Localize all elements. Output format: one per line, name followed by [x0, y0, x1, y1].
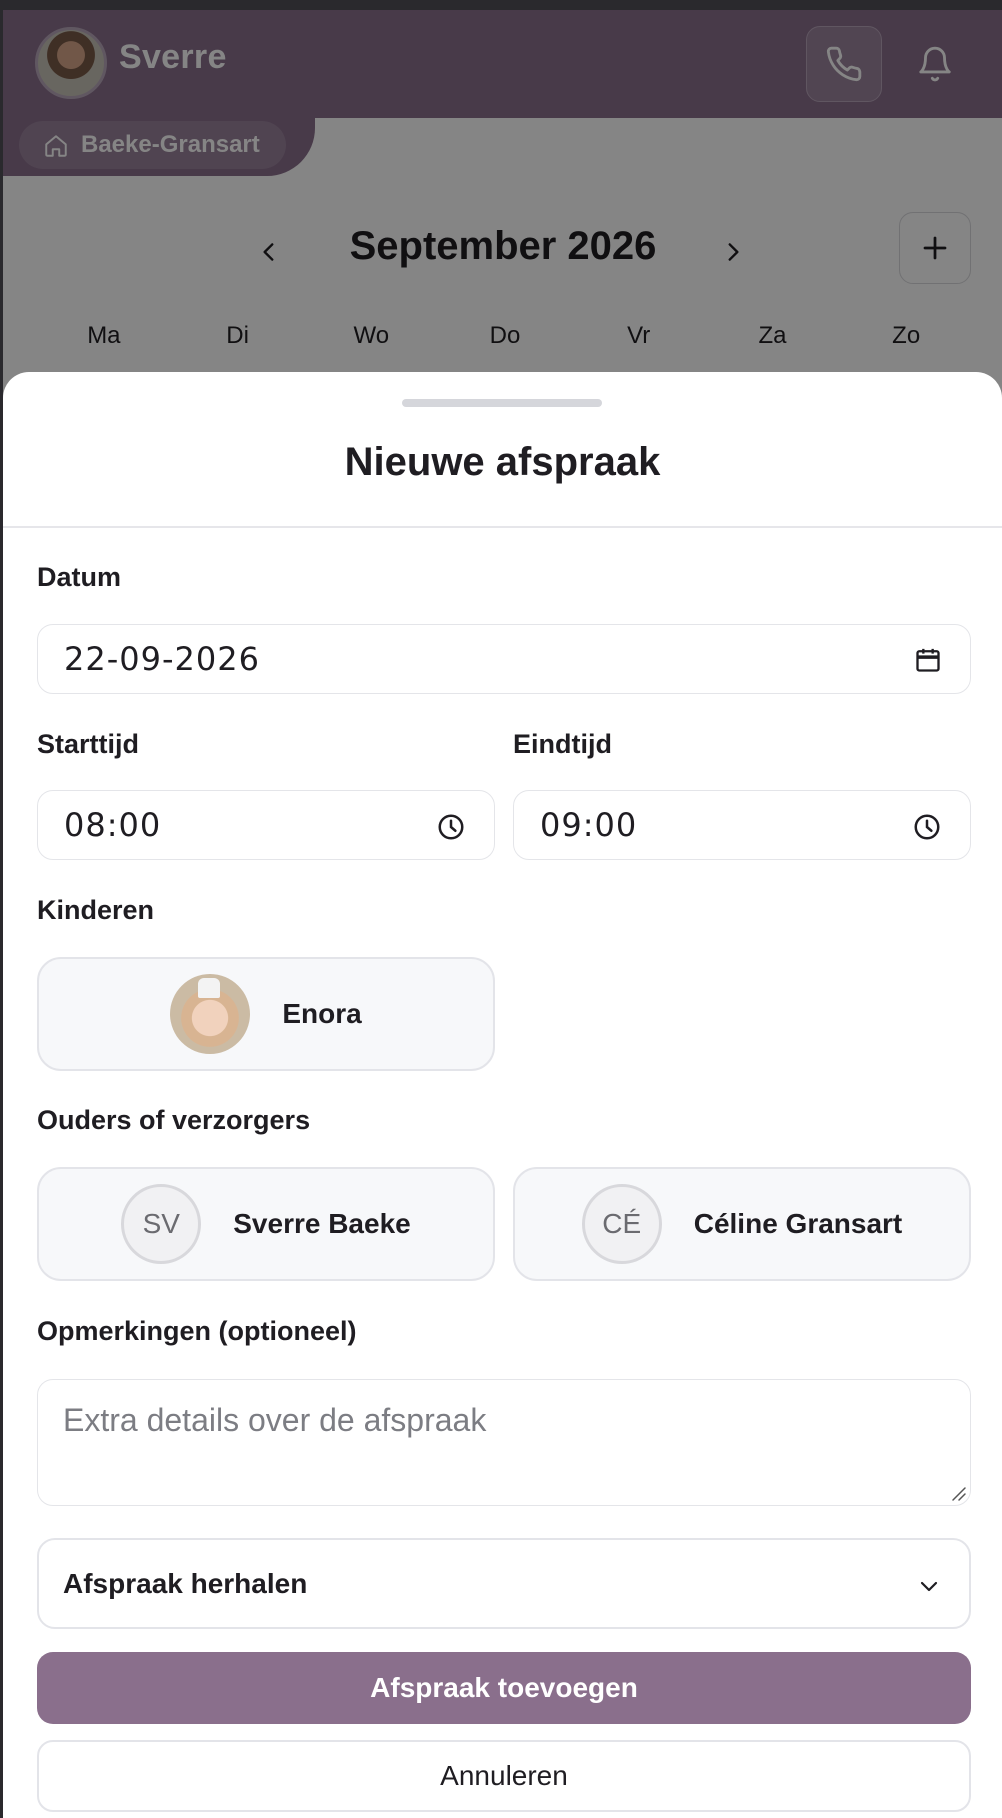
repeat-appointment-toggle[interactable]: Afspraak herhalen — [37, 1538, 971, 1629]
child-avatar — [170, 974, 251, 1054]
date-field[interactable]: 22-09-2026 — [37, 624, 971, 694]
chevron-down-icon — [920, 1581, 938, 1592]
divider — [3, 526, 1002, 528]
sheet-drag-handle[interactable] — [402, 399, 602, 407]
cancel-button[interactable]: Annuleren — [37, 1740, 971, 1812]
start-time-field[interactable]: 08:00 — [37, 790, 495, 860]
calendar-icon[interactable] — [914, 646, 942, 674]
start-time-label: Starttijd — [37, 729, 140, 759]
child-option-enora[interactable]: Enora — [37, 957, 495, 1071]
new-appointment-sheet: Nieuwe afspraak Datum 22-09-2026 Startti… — [3, 372, 1002, 1818]
clock-icon[interactable] — [912, 812, 942, 842]
initials-avatar: CÉ — [581, 1184, 662, 1264]
notes-placeholder: Extra details over de afspraak — [63, 1402, 487, 1438]
screen: Sverre Baeke-Gransart September 2026 Ma … — [0, 0, 1002, 1818]
notes-label: Opmerkingen (optioneel) — [37, 1316, 357, 1346]
children-label: Kinderen — [37, 895, 155, 925]
parent-name: Sverre Baeke — [233, 1208, 411, 1239]
resize-grip-icon[interactable] — [949, 1484, 967, 1502]
parent-name: Céline Gransart — [693, 1208, 903, 1239]
clock-icon[interactable] — [436, 812, 466, 842]
date-value: 22-09-2026 — [64, 640, 260, 678]
end-time-label: Eindtijd — [513, 729, 612, 759]
repeat-label: Afspraak herhalen — [63, 1568, 308, 1599]
end-time-field[interactable]: 09:00 — [513, 790, 971, 860]
notes-textarea[interactable]: Extra details over de afspraak — [37, 1379, 971, 1506]
start-time-value: 08:00 — [64, 806, 162, 844]
parent-option-sverre[interactable]: SV Sverre Baeke — [37, 1167, 495, 1281]
parents-label: Ouders of verzorgers — [37, 1105, 311, 1135]
sheet-title: Nieuwe afspraak — [344, 440, 661, 484]
date-label: Datum — [37, 562, 122, 592]
end-time-value: 09:00 — [540, 806, 638, 844]
parent-option-celine[interactable]: CÉ Céline Gransart — [513, 1167, 971, 1281]
child-name: Enora — [282, 998, 362, 1029]
add-appointment-submit-button[interactable]: Afspraak toevoegen — [37, 1652, 971, 1724]
app-window: Sverre Baeke-Gransart September 2026 Ma … — [3, 10, 1002, 1818]
initials-avatar: SV — [121, 1184, 202, 1264]
